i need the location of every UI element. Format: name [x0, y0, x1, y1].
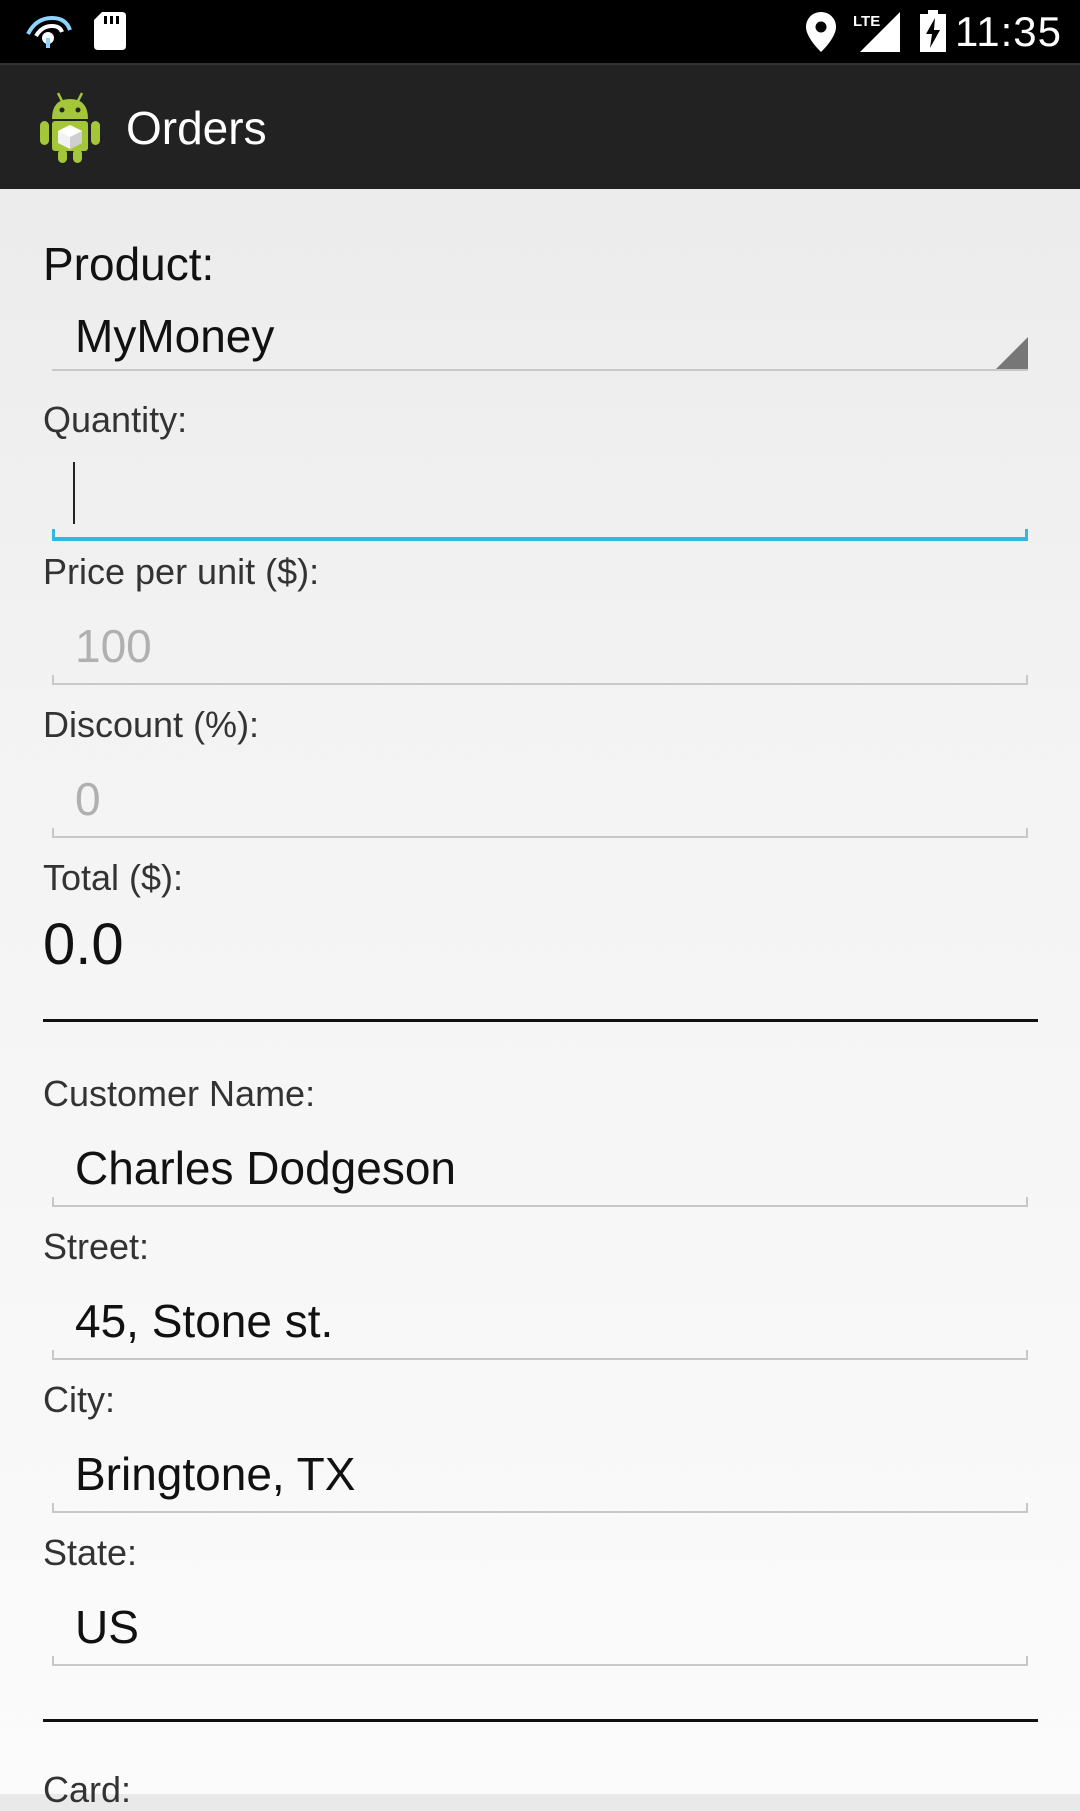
sd-card-icon	[94, 12, 126, 55]
section-divider	[43, 1019, 1038, 1022]
lte-signal-icon: LTE	[852, 12, 900, 57]
customer-name-label: Customer Name:	[43, 1073, 316, 1114]
hotspot-icon	[22, 12, 74, 55]
android-app-icon[interactable]	[38, 89, 102, 170]
location-icon	[806, 12, 836, 57]
total-label: Total ($):	[43, 857, 184, 898]
street-label: Street:	[43, 1226, 150, 1267]
state-label: State:	[43, 1532, 138, 1573]
customer-name-input[interactable]: Charles Dodgeson	[52, 1141, 1028, 1207]
action-bar: Orders	[0, 63, 1080, 189]
street-input[interactable]: 45, Stone st.	[52, 1294, 1028, 1360]
state-input[interactable]: US	[52, 1600, 1028, 1666]
app-title: Orders	[126, 102, 267, 154]
street-value: 45, Stone st.	[75, 1295, 334, 1347]
dropdown-triangle-icon	[996, 337, 1028, 369]
svg-text:LTE: LTE	[853, 13, 880, 30]
card-label: Card:	[43, 1769, 132, 1810]
battery-charging-icon	[920, 10, 946, 57]
price-value: 100	[75, 620, 152, 672]
price-label: Price per unit ($):	[43, 551, 320, 592]
city-value: Bringtone, TX	[75, 1448, 356, 1500]
text-caret	[73, 462, 75, 524]
order-form: Product: MyMoney Quantity: Price per uni…	[0, 189, 1080, 1810]
customer-name-value: Charles Dodgeson	[75, 1142, 457, 1194]
city-label: City:	[43, 1379, 115, 1420]
status-time: 11:35	[955, 8, 1062, 55]
status-bar: LTE 11:35	[0, 0, 1080, 63]
city-input[interactable]: Bringtone, TX	[52, 1447, 1028, 1513]
product-spinner[interactable]: MyMoney	[52, 309, 1028, 371]
section-divider-2	[43, 1719, 1038, 1722]
discount-input[interactable]: 0	[52, 772, 1028, 838]
quantity-input[interactable]	[52, 457, 1028, 541]
discount-value: 0	[75, 773, 101, 825]
state-value: US	[75, 1601, 139, 1653]
quantity-label: Quantity:	[43, 399, 188, 440]
discount-label: Discount (%):	[43, 704, 260, 745]
product-label: Product:	[43, 238, 215, 290]
total-value: 0.0	[43, 912, 124, 977]
product-selected-value: MyMoney	[75, 310, 275, 362]
price-input[interactable]: 100	[52, 619, 1028, 685]
